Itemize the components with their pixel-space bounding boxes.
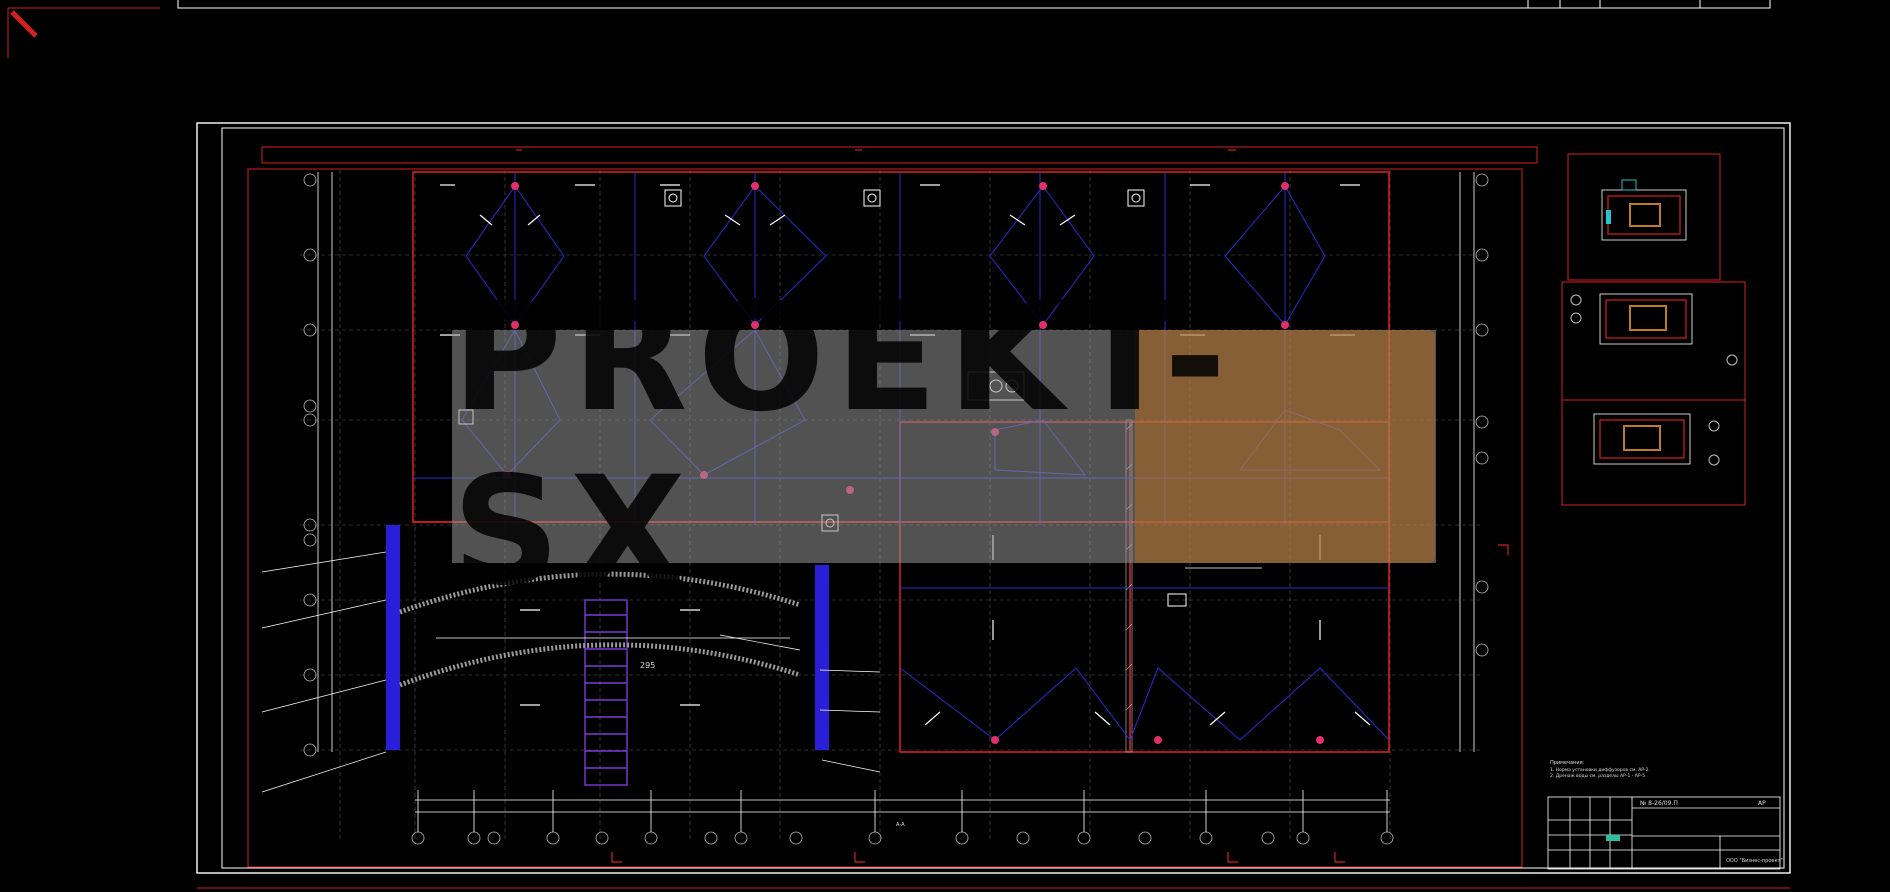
detail-thumbnail-3 [1561,399,1746,506]
detail-thumbnail-2 [1561,281,1746,401]
notes-line-1: 1. Норма установки диффузоров см. АР-2. [1550,767,1650,773]
staircase [584,599,628,786]
notes-line-2: 2. Дренаж воды см. разделы АР-1 - АР-5 [1550,773,1645,779]
detail-thumbnail-1 [1567,153,1721,281]
upper-sheet-frame [177,0,1771,9]
stair-label: 295 [640,661,655,670]
ucs-indicator-icon [7,7,160,58]
title-block-logo [1606,835,1620,841]
axis-bubbles-bottom [411,831,1394,845]
title-block-code: № 8-26/09.П [1640,800,1678,807]
axis-bubbles-left [303,173,317,757]
axis-bubbles-right [1475,173,1489,657]
watermark-text: PROEKT-SX [452,271,1237,619]
title-block-company: ООО "Бизнес-проект" [1726,858,1783,864]
title-block-sheet-mark: АР [1758,800,1766,807]
center-tag: А-А [896,822,905,828]
notes-header: Примечания: [1550,760,1585,766]
